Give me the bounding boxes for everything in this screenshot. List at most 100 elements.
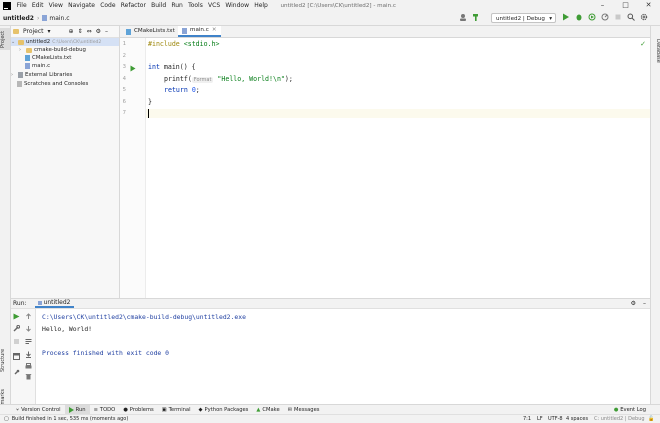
- run-toolbar: [11, 309, 36, 404]
- run-console-output[interactable]: C:\Users\CK\untitled2\cmake-build-debug\…: [36, 309, 650, 404]
- collapse-all-icon[interactable]: ⇕: [78, 28, 83, 35]
- tree-item-main-c[interactable]: main.c: [25, 62, 50, 70]
- run-icon[interactable]: [562, 13, 570, 21]
- left-tool-strip: Project Structure Bookmarks: [0, 26, 11, 417]
- stop-icon[interactable]: [13, 338, 20, 347]
- line-number: 2: [122, 53, 126, 59]
- line-separator[interactable]: LF: [537, 416, 543, 422]
- search-icon[interactable]: [627, 13, 635, 21]
- menu-window[interactable]: Window: [223, 2, 252, 9]
- chevron-right-icon: ›: [11, 72, 13, 78]
- tree-item-external-libraries[interactable]: › External Libraries: [11, 71, 72, 79]
- coverage-icon[interactable]: [588, 13, 596, 21]
- run-configuration-select[interactable]: untitled2 | Debug ▾: [491, 12, 556, 23]
- menu-help[interactable]: Help: [252, 2, 271, 9]
- trash-icon[interactable]: [25, 373, 32, 382]
- cmake-icon: ▲: [256, 407, 261, 413]
- menu-run[interactable]: Run: [169, 2, 186, 9]
- soft-wrap-icon[interactable]: [25, 338, 32, 347]
- tab-cmakelists[interactable]: CMakeLists.txt ✕: [122, 26, 187, 37]
- menu-code[interactable]: Code: [98, 2, 119, 9]
- tree-item-cmake-build-debug[interactable]: › cmake-build-debug: [19, 46, 86, 54]
- lock-icon[interactable]: 🔓: [648, 416, 654, 422]
- console-line-command: C:\Users\CK\untitled2\cmake-build-debug\…: [42, 313, 246, 321]
- scroll-down-icon[interactable]: [25, 325, 32, 334]
- indent-setting[interactable]: 4 spaces: [566, 416, 588, 422]
- project-view-select[interactable]: Project: [23, 28, 44, 35]
- breadcrumb-file[interactable]: main.c: [39, 15, 72, 22]
- print-icon[interactable]: [25, 363, 32, 372]
- breadcrumb-project[interactable]: untitled2: [0, 15, 37, 22]
- settings-gear-icon[interactable]: ⚙: [96, 28, 101, 35]
- close-tab-icon[interactable]: ✕: [212, 25, 217, 36]
- hide-panel-icon[interactable]: –: [105, 28, 108, 35]
- settings-gear-icon[interactable]: ⚙: [631, 300, 636, 307]
- navigation-bar: untitled2 › main.c untitled2 | Debug ▾: [0, 11, 660, 26]
- file-encoding[interactable]: UTF-8: [548, 416, 563, 422]
- hide-panel-icon[interactable]: –: [643, 300, 646, 307]
- menu-vcs[interactable]: VCS: [205, 2, 222, 9]
- menu-build[interactable]: Build: [149, 2, 169, 9]
- wrench-icon[interactable]: [13, 324, 21, 334]
- context-indicator[interactable]: C: untitled2 | Debug: [594, 416, 645, 422]
- tab-main-c[interactable]: main.c ✕: [178, 26, 221, 37]
- tab-database[interactable]: Database: [651, 36, 660, 66]
- inspection-ok-icon[interactable]: ✓: [640, 40, 646, 48]
- tab-structure[interactable]: Structure: [0, 344, 10, 376]
- project-icon: [13, 29, 19, 34]
- profile-icon[interactable]: [601, 13, 609, 21]
- code-line-5: return 0;: [164, 86, 200, 94]
- menu-bar: File Edit View Navigate Code Refactor Bu…: [0, 0, 660, 11]
- line-number: 1: [122, 41, 126, 47]
- chevron-right-icon: ›: [19, 47, 21, 53]
- current-line-highlight: [146, 109, 650, 118]
- settings-gear-icon[interactable]: [640, 13, 648, 21]
- stop-icon[interactable]: [614, 13, 622, 21]
- menu-view[interactable]: View: [46, 2, 65, 9]
- tree-item-scratches[interactable]: Scratches and Consoles: [17, 80, 88, 88]
- folder-icon: [18, 39, 24, 45]
- problems-icon: ●: [123, 407, 128, 413]
- menu-edit[interactable]: Edit: [29, 2, 46, 9]
- cmake-file-icon: [126, 28, 131, 35]
- close-icon[interactable]: ✕: [637, 0, 660, 11]
- editor-tabs: CMakeLists.txt ✕ main.c ✕: [120, 26, 650, 38]
- editor-gutter: 1 2 3 4 5 6 7: [120, 38, 146, 298]
- tree-item-cmakelists[interactable]: CMakeLists.txt: [25, 54, 71, 62]
- maximize-icon[interactable]: □: [614, 0, 637, 11]
- menu-navigate[interactable]: Navigate: [65, 2, 97, 9]
- code-line-1: #include <stdio.h>: [148, 40, 220, 48]
- text-caret: [148, 109, 149, 118]
- locate-icon[interactable]: ⊕: [69, 28, 74, 35]
- minimize-icon[interactable]: –: [591, 0, 614, 11]
- line-number: 6: [122, 99, 126, 105]
- pin-icon[interactable]: [13, 369, 20, 378]
- list-icon: ≡: [93, 407, 98, 413]
- tab-project[interactable]: Project: [0, 28, 10, 50]
- scroll-up-icon[interactable]: [25, 313, 32, 322]
- debug-icon[interactable]: [575, 13, 583, 21]
- menu-file[interactable]: File: [14, 2, 29, 9]
- menu-refactor[interactable]: Refactor: [118, 2, 148, 9]
- code-line-4: printf(Format "Hello, World!\n");: [164, 75, 293, 83]
- status-icon: ▢: [4, 416, 9, 422]
- chevron-down-icon[interactable]: ▾: [48, 28, 51, 35]
- project-panel: Project ▾ ⊕ ⇕ ⇔ ⚙ – ⌄ untitled2 C:\Users…: [11, 26, 120, 298]
- user-icon[interactable]: [459, 13, 467, 21]
- run-panel-header: Run: untitled2 ⚙ –: [11, 298, 650, 309]
- run-gutter-icon[interactable]: [130, 65, 136, 74]
- project-panel-header: Project ▾ ⊕ ⇕ ⇔ ⚙ –: [11, 26, 119, 38]
- status-message[interactable]: Build finished in 1 sec, 535 ms (moments…: [12, 416, 129, 422]
- menu-tools[interactable]: Tools: [185, 2, 205, 9]
- rerun-icon[interactable]: [13, 313, 20, 322]
- code-editor[interactable]: ✓ #include <stdio.h> int main() { printf…: [146, 38, 650, 298]
- scroll-to-end-icon[interactable]: [25, 351, 32, 360]
- run-tab-untitled2[interactable]: untitled2: [34, 299, 74, 308]
- tree-item-untitled2[interactable]: ⌄ untitled2 C:\Users\CK\untitled2: [11, 38, 119, 46]
- build-hammer-icon[interactable]: [472, 13, 480, 21]
- right-tool-strip: Database: [650, 26, 660, 404]
- window-title: untitled2 [C:\Users\CK\untitled2] - main…: [280, 2, 396, 9]
- restore-layout-icon[interactable]: [13, 353, 20, 362]
- expand-all-icon[interactable]: ⇔: [87, 28, 92, 35]
- caret-position[interactable]: 7:1: [523, 416, 531, 422]
